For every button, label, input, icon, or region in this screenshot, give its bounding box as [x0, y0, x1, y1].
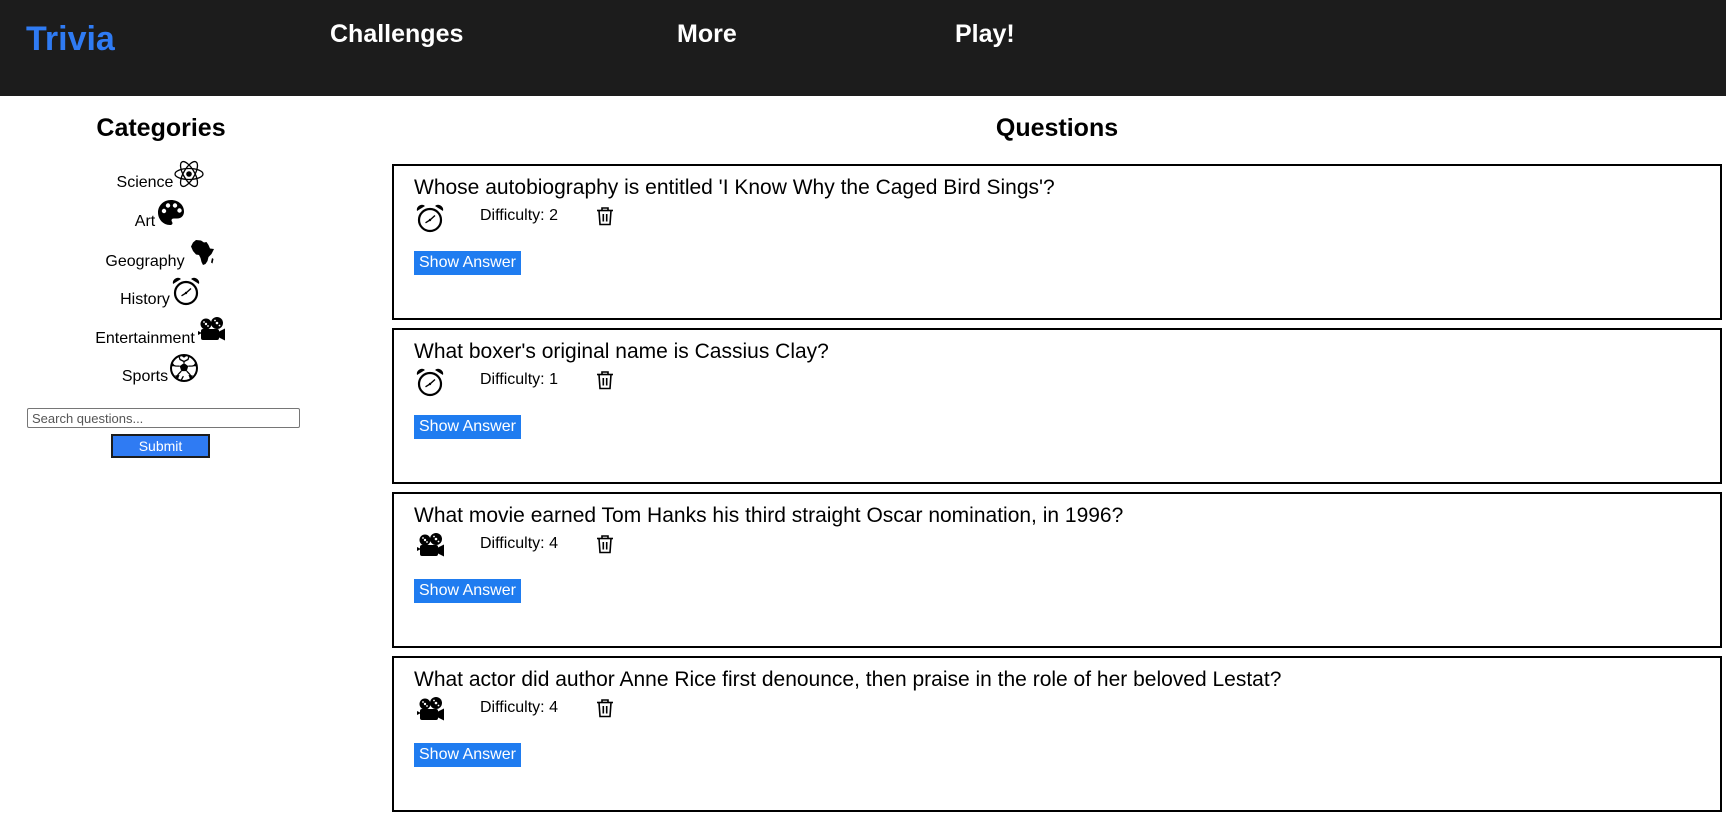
show-answer-button[interactable]: Show Answer [414, 743, 521, 767]
atom-icon [173, 158, 205, 190]
navbar: Trivia Challenges More Play! [0, 0, 1726, 96]
show-answer-button[interactable]: Show Answer [414, 415, 521, 439]
category-label: Science [116, 174, 174, 191]
trash-icon[interactable] [596, 534, 614, 554]
difficulty-prefix: Difficulty: [480, 535, 550, 552]
question-card: Whose autobiography is entitled 'I Know … [392, 164, 1722, 320]
difficulty-label: Difficulty: 1 [480, 371, 558, 389]
film-camera-icon [414, 530, 446, 562]
category-label: Geography [105, 253, 185, 270]
category-science[interactable]: Science [0, 158, 322, 196]
question-card: What actor did author Anne Rice first de… [392, 656, 1722, 812]
category-label: Art [134, 213, 156, 230]
submit-button[interactable]: Submit [111, 434, 210, 458]
difficulty-prefix: Difficulty: [480, 699, 550, 716]
search-input[interactable] [27, 408, 300, 428]
soccer-ball-icon [168, 352, 200, 384]
brand-logo[interactable]: Trivia [26, 20, 115, 59]
category-history[interactable]: History [0, 275, 322, 313]
difficulty-value: 1 [549, 371, 558, 388]
category-entertainment[interactable]: Entertainment [0, 314, 322, 352]
show-answer-button[interactable]: Show Answer [414, 579, 521, 603]
difficulty-value: 4 [549, 699, 558, 716]
difficulty-value: 4 [549, 535, 558, 552]
page-title: Questions [995, 114, 1119, 142]
difficulty-label: Difficulty: 4 [480, 535, 558, 553]
question-text: What actor did author Anne Rice first de… [414, 668, 1282, 691]
difficulty-label: Difficulty: 4 [480, 699, 558, 717]
question-card: What boxer's original name is Cassius Cl… [392, 328, 1722, 484]
category-art[interactable]: Art [0, 197, 322, 235]
film-camera-icon [414, 694, 446, 726]
questions-panel: Questions Whose autobiography is entitle… [392, 96, 1722, 818]
question-text: What movie earned Tom Hanks his third st… [414, 504, 1124, 527]
sidebar: Categories Science Art Geography History… [0, 96, 322, 818]
alarm-clock-icon [414, 202, 446, 234]
alarm-clock-icon [414, 366, 446, 398]
question-card: What movie earned Tom Hanks his third st… [392, 492, 1722, 648]
trash-icon[interactable] [596, 370, 614, 390]
category-sports[interactable]: Sports [0, 352, 322, 390]
category-geography[interactable]: Geography [0, 237, 322, 275]
palette-icon [155, 197, 187, 229]
alarm-clock-icon [170, 275, 202, 307]
difficulty-prefix: Difficulty: [480, 207, 550, 224]
question-text: What boxer's original name is Cassius Cl… [414, 340, 829, 363]
sidebar-title: Categories [96, 114, 226, 142]
nav-link-play[interactable]: Play! [955, 20, 1015, 49]
trash-icon[interactable] [596, 698, 614, 718]
difficulty-label: Difficulty: 2 [480, 207, 558, 225]
difficulty-prefix: Difficulty: [480, 371, 550, 388]
difficulty-value: 2 [549, 207, 558, 224]
trash-icon[interactable] [596, 206, 614, 226]
question-text: Whose autobiography is entitled 'I Know … [414, 176, 1055, 199]
category-label: Sports [121, 368, 169, 385]
category-label: Entertainment [95, 330, 195, 347]
africa-icon [185, 237, 217, 269]
category-label: History [120, 291, 170, 308]
show-answer-button[interactable]: Show Answer [414, 251, 521, 275]
nav-link-more[interactable]: More [677, 20, 737, 49]
nav-link-challenges[interactable]: Challenges [330, 20, 463, 49]
film-camera-icon [195, 314, 227, 346]
